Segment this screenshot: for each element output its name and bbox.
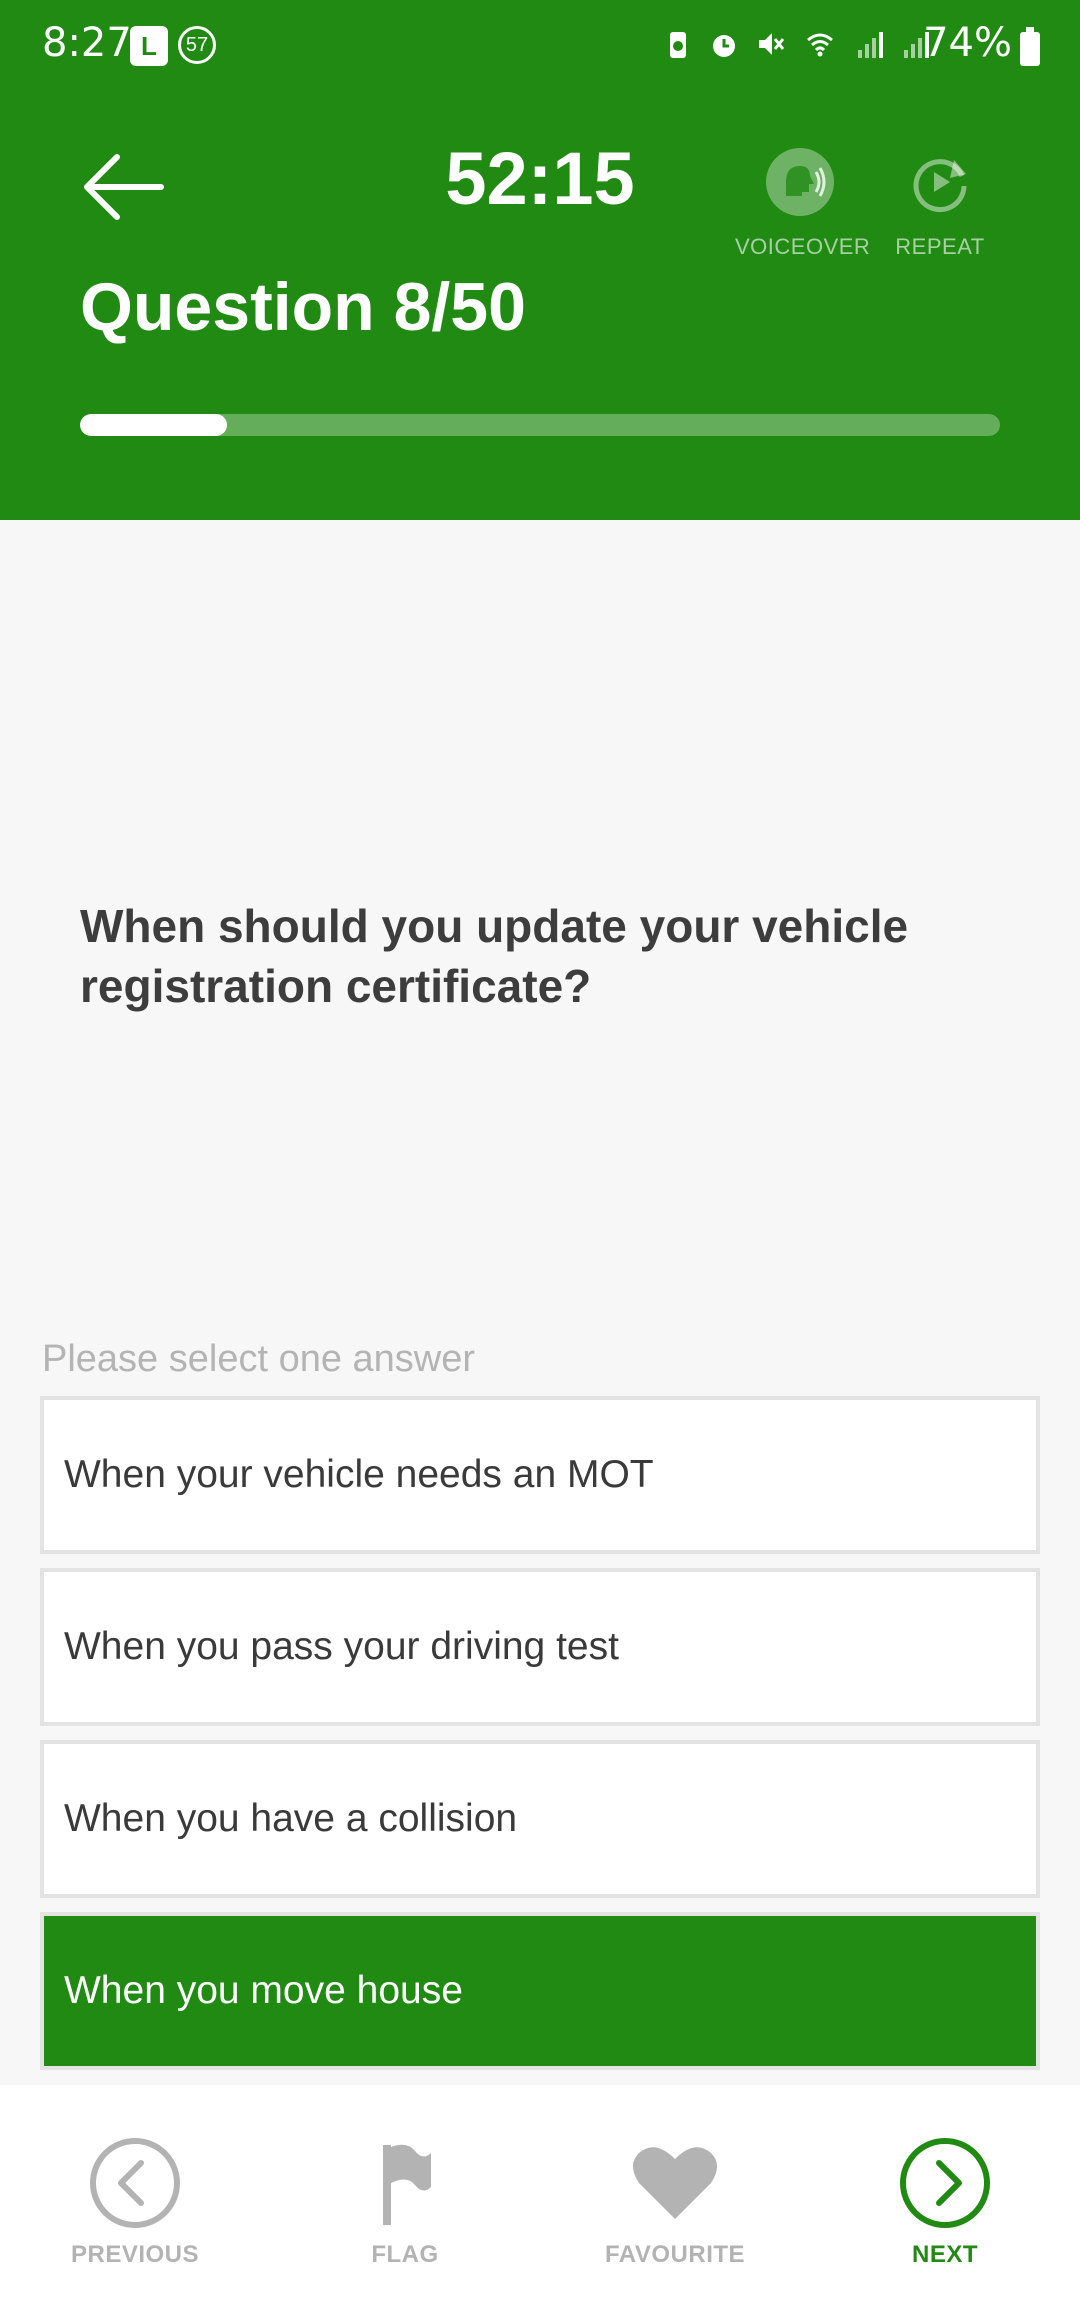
- voiceover-button[interactable]: VOICEOVER: [735, 146, 870, 260]
- chevron-left-circle-icon: [90, 2138, 180, 2228]
- flag-icon: [383, 2144, 431, 2225]
- repeat-label: REPEAT: [895, 234, 985, 259]
- app-badge-icon: L: [130, 26, 168, 66]
- answer-list: When your vehicle needs an MOT When you …: [40, 1396, 1040, 2084]
- next-button[interactable]: NEXT: [845, 2135, 1045, 2269]
- status-time: 8:27: [42, 20, 132, 66]
- answer-option[interactable]: When your vehicle needs an MOT: [40, 1396, 1040, 1554]
- question-counter: Question 8/50: [80, 269, 526, 345]
- alarm-icon: [713, 35, 735, 57]
- replay-icon: [913, 159, 967, 213]
- previous-button[interactable]: PREVIOUS: [35, 2135, 235, 2269]
- question-text: When should you update your vehicle regi…: [80, 900, 909, 1012]
- favourite-button[interactable]: FAVOURITE: [575, 2135, 775, 2269]
- voiceover-label: VOICEOVER: [735, 234, 871, 259]
- voiceover-icon: [766, 148, 834, 216]
- status-icons: [664, 28, 930, 60]
- quiz-header: 52:15 VOICEOVER REPEAT Question 8/50: [0, 96, 1080, 520]
- answer-option-selected[interactable]: When you move house: [40, 1912, 1040, 2070]
- heart-icon: [633, 2147, 717, 2219]
- repeat-button[interactable]: REPEAT: [880, 146, 1000, 260]
- flag-label: FLAG: [371, 2241, 439, 2268]
- wifi-icon: [807, 33, 833, 57]
- answer-option[interactable]: When you have a collision: [40, 1740, 1040, 1898]
- answer-option[interactable]: When you pass your driving test: [40, 1568, 1040, 1726]
- previous-label: PREVIOUS: [70, 2241, 200, 2268]
- answer-prompt: Please select one answer: [42, 1338, 476, 1380]
- quiz-progress-bar: [80, 414, 1000, 436]
- battery-saver-icon: [670, 32, 686, 58]
- favourite-label: FAVOURITE: [604, 2241, 746, 2268]
- quiz-progress-fill: [80, 414, 228, 436]
- chevron-right-circle-icon: [900, 2138, 990, 2228]
- notification-count-badge: 57: [178, 26, 216, 64]
- battery-icon: [1020, 27, 1040, 66]
- flag-button[interactable]: FLAG: [305, 2135, 505, 2269]
- signal-icon-1: [858, 32, 883, 58]
- bottom-navigation: PREVIOUS FLAG FAVOURITE NEXT: [0, 2085, 1080, 2316]
- mute-icon: [759, 33, 784, 55]
- next-label: NEXT: [911, 2241, 978, 2268]
- status-bar: 8:27 L 57 74%: [0, 0, 1080, 96]
- battery-percentage: 74%: [923, 20, 1012, 66]
